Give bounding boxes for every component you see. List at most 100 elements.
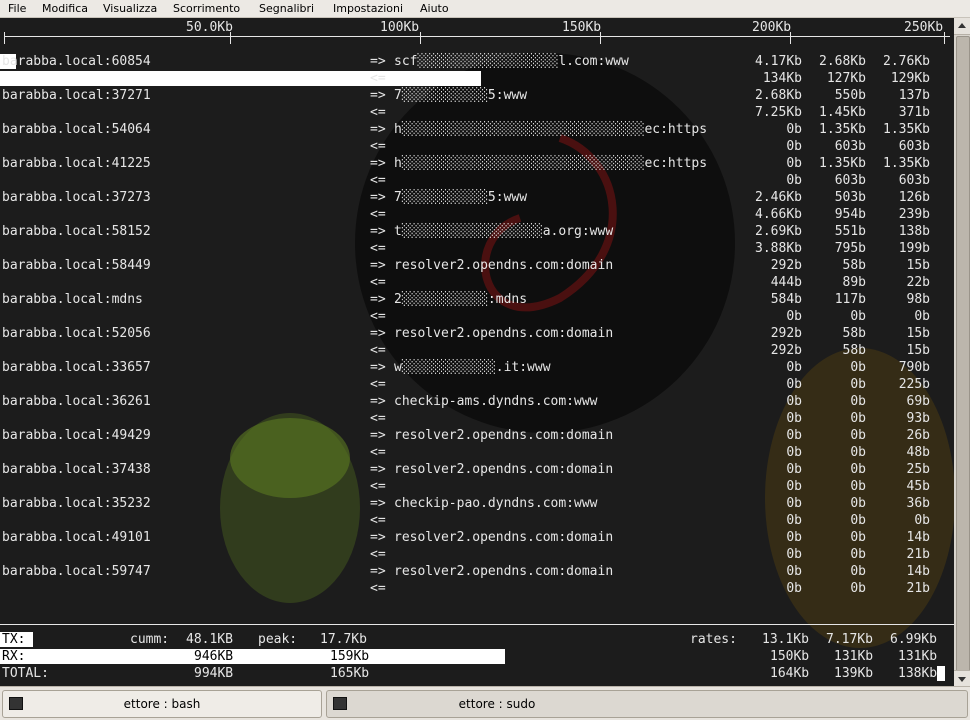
scroll-down-button[interactable] [954, 670, 970, 687]
scale-label: 200Kb [752, 20, 792, 35]
inbound-arrow: <= [370, 275, 386, 290]
rx-rate: 292b [770, 343, 802, 358]
total-peak: 165Kb [330, 666, 370, 681]
rx-rate: 0b [786, 173, 802, 188]
menu-item[interactable]: Modifica [42, 2, 88, 15]
connection-destination: 7░░░░░░░░░░░5:www [394, 88, 528, 103]
outbound-arrow: => [370, 292, 386, 307]
tx-rate: 0b [786, 530, 802, 545]
connection-destination: resolver2.opendns.com:domain [394, 530, 614, 545]
outbound-arrow: => [370, 428, 386, 443]
rx-rate: 0b [786, 581, 802, 596]
inbound-arrow: <= [370, 547, 386, 562]
inbound-arrow: <= [370, 377, 386, 392]
connection-source: barabba.local:59747 [2, 564, 151, 579]
rx-rate: 0b [914, 309, 930, 324]
connection-source: barabba.local:58449 [2, 258, 151, 273]
scale-axis [4, 36, 950, 37]
rx-rate: 371b [898, 105, 930, 120]
connection-destination: h░░░░░░░░░░░░░░░░░░░░░░░░░░░░░░░ec:https [394, 122, 708, 137]
tx-rate: 0b [850, 462, 866, 477]
tx-peak: 17.7Kb [320, 632, 367, 647]
tx-rate: 0b [786, 496, 802, 511]
rx-rate: 93b [906, 411, 930, 426]
terminal-view[interactable]: 50.0Kb 100Kb 150Kb 200Kb 250Kb barabba.l… [0, 18, 954, 686]
rx-rate: 0b [786, 139, 802, 154]
connection-source: barabba.local:37271 [2, 88, 151, 103]
rx-cumm: 946KB [194, 649, 234, 664]
tx-rate: 2.68Kb [755, 88, 802, 103]
tx-rate: 0b [786, 428, 802, 443]
tx-rate: 15b [906, 326, 930, 341]
rx-rate: 0b [850, 309, 866, 324]
rx-rate: 45b [906, 479, 930, 494]
menu-item[interactable]: Aiuto [420, 2, 449, 15]
tx-cumm: 48.1KB [186, 632, 233, 647]
rx-rate: 0b [850, 581, 866, 596]
inbound-arrow: <= [370, 207, 386, 222]
tx-rate: 26b [906, 428, 930, 443]
rx-rate: 1.45Kb [819, 105, 866, 120]
inbound-arrow: <= [370, 241, 386, 256]
tab-sudo[interactable]: ettore : sudo [326, 690, 968, 718]
rx-rate-10s: 131Kb [834, 649, 874, 664]
menu-item[interactable]: Impostazioni [333, 2, 403, 15]
tx-rate: 98b [906, 292, 930, 307]
tx-rate: 1.35Kb [819, 156, 866, 171]
connection-destination: w░░░░░░░░░░░░.it:www [394, 360, 551, 375]
tx-rate: 0b [786, 360, 802, 375]
rx-rate: 603b [898, 139, 930, 154]
tx-rate: 0b [850, 496, 866, 511]
rx-rate: 0b [786, 309, 802, 324]
rx-rate: 48b [906, 445, 930, 460]
scale-tick [4, 32, 5, 44]
tx-rate-2s: 13.1Kb [762, 632, 809, 647]
rx-rate: 199b [898, 241, 930, 256]
tx-rate: 0b [850, 564, 866, 579]
connection-destination: scf░░░░░░░░░░░░░░░░░░l.com:www [394, 54, 629, 69]
connection-source: barabba.local:36261 [2, 394, 151, 409]
tx-rate: 0b [850, 530, 866, 545]
rx-rate: 603b [834, 173, 866, 188]
menu-item[interactable]: Visualizza [103, 2, 157, 15]
menu-item[interactable]: Scorrimento [173, 2, 240, 15]
rx-rate: 89b [842, 275, 866, 290]
rx-rate: 239b [898, 207, 930, 222]
tx-rate: 126b [898, 190, 930, 205]
tx-rate: 2.69Kb [755, 224, 802, 239]
outbound-arrow: => [370, 564, 386, 579]
inbound-arrow: <= [370, 445, 386, 460]
connection-source: barabba.local:49101 [2, 530, 151, 545]
rx-rate-2s: 150Kb [770, 649, 810, 664]
tx-rate: 25b [906, 462, 930, 477]
menu-bar: File Modifica Visualizza Scorrimento Segnali… [0, 0, 970, 18]
rx-rate: 21b [906, 581, 930, 596]
outbound-arrow: => [370, 496, 386, 511]
rx-rate: 4.66Kb [755, 207, 802, 222]
menu-item[interactable]: File [8, 2, 26, 15]
tx-rate: 0b [786, 156, 802, 171]
vertical-scrollbar[interactable] [954, 18, 970, 687]
scroll-up-button[interactable] [954, 18, 970, 35]
tx-rate: 14b [906, 564, 930, 579]
scroll-thumb[interactable] [956, 36, 970, 672]
menu-item[interactable]: Segnalibri [259, 2, 314, 15]
rx-rate: 444b [770, 275, 802, 290]
rx-rate: 0b [850, 479, 866, 494]
rx-rate: 7.25Kb [755, 105, 802, 120]
tx-rate: 503b [834, 190, 866, 205]
tab-label: ettore : bash [123, 697, 201, 711]
tab-bash[interactable]: ettore : bash [2, 690, 322, 718]
scale-label: 250Kb [904, 20, 944, 35]
total-cumm: 994KB [194, 666, 234, 681]
inbound-arrow: <= [370, 309, 386, 324]
tx-rate: 0b [850, 360, 866, 375]
tx-rate: 2.76Kb [883, 54, 930, 69]
rx-rate: 15b [906, 343, 930, 358]
scale-tick [420, 32, 421, 44]
inbound-arrow: <= [370, 173, 386, 188]
total-rate-40s: 138Kb [898, 666, 938, 681]
tab-label: ettore : sudo [458, 697, 536, 711]
tx-rate: 58b [842, 326, 866, 341]
inbound-arrow: <= [370, 71, 386, 86]
